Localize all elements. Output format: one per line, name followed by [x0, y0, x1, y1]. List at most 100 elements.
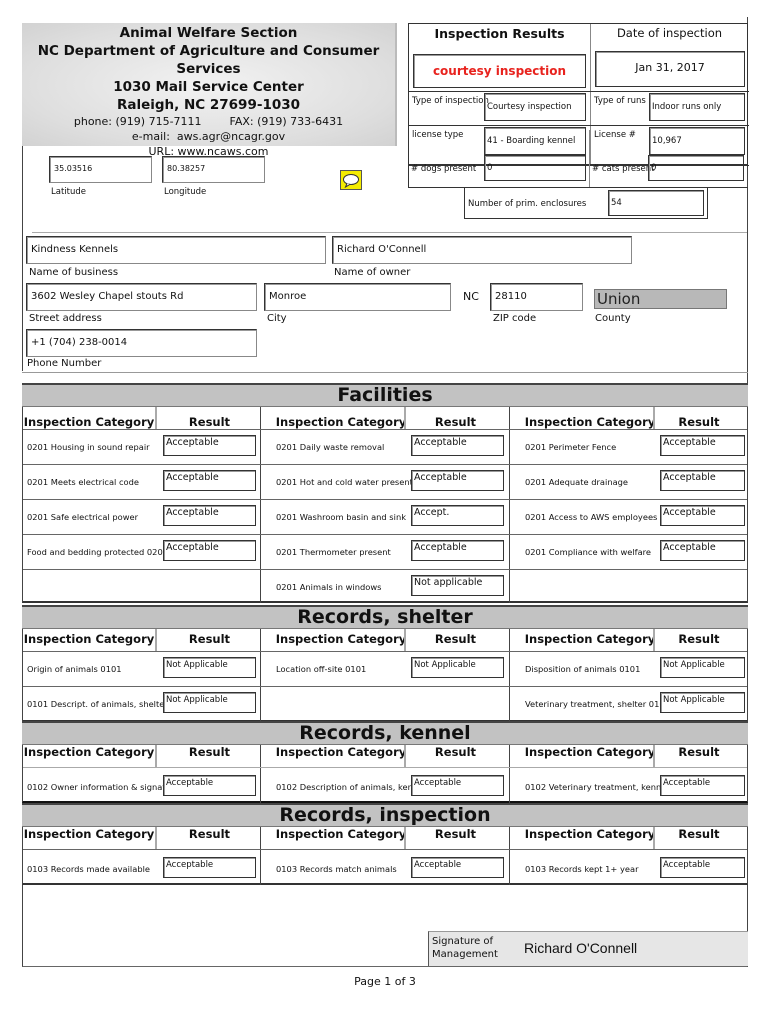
divider: [260, 629, 261, 722]
inspection-date-field[interactable]: Jan 31, 2017: [595, 51, 745, 87]
result-field[interactable]: Acceptable: [163, 505, 256, 526]
business-name-field[interactable]: Kindness Kennels: [26, 236, 326, 264]
result-field[interactable]: Acceptable: [660, 505, 745, 526]
result-field[interactable]: Acceptable: [411, 470, 504, 491]
cats-present-field[interactable]: 0: [648, 155, 744, 181]
records-kennel-section: Records, kennel Inspection Category Resu…: [22, 721, 748, 803]
department-name: NC Department of Agriculture and Consume…: [37, 43, 380, 77]
owner-name-field[interactable]: Richard O'Connell: [332, 236, 632, 264]
result-field[interactable]: Acceptable: [660, 540, 745, 561]
email: e-mail: aws.agr@ncagr.gov: [131, 130, 286, 143]
col-header-result: Result: [434, 632, 477, 646]
result-field[interactable]: Not Applicable: [163, 692, 256, 713]
col-header-result: Result: [678, 415, 720, 429]
result-field[interactable]: Not applicable: [411, 575, 504, 596]
result-field[interactable]: Acceptable: [660, 775, 745, 796]
license-type-field[interactable]: 41 - Boarding kennel: [484, 127, 586, 155]
col-header-category: Inspection Category: [275, 827, 407, 841]
divider: [408, 130, 409, 188]
col-header-category: Inspection Category: [23, 632, 155, 646]
inspection-results-title: Inspection Results: [434, 26, 565, 41]
col-header-result: Result: [678, 632, 720, 646]
inspection-category: 0103 Records kept 1+ year: [525, 864, 639, 874]
result-field[interactable]: Not Applicable: [660, 657, 745, 678]
facilities-section: Facilities Inspection Category Result In…: [22, 383, 748, 603]
county-select[interactable]: Union: [594, 289, 727, 309]
longitude-field[interactable]: 80.38257: [162, 156, 265, 183]
result-field[interactable]: Acceptable: [660, 857, 745, 878]
divider: [653, 407, 655, 429]
col-header-result: Result: [434, 415, 477, 429]
comment-icon[interactable]: [340, 170, 362, 190]
cats-present-label: # cats present: [592, 164, 655, 174]
enclosures-field[interactable]: 54: [608, 190, 704, 216]
result-field[interactable]: Acceptable: [660, 435, 745, 456]
records-kennel-title: Records, kennel: [22, 721, 748, 745]
result-field[interactable]: Acceptable: [411, 435, 504, 456]
records-inspection-table: Inspection Category Result Inspection Ca…: [22, 827, 748, 885]
divider: [155, 745, 157, 767]
type-of-inspection-field[interactable]: Courtesy inspection: [484, 93, 586, 121]
result-field[interactable]: Acceptable: [411, 540, 504, 561]
inspection-category: 0201 Perimeter Fence: [525, 442, 617, 452]
divider: [404, 629, 406, 651]
signature-field[interactable]: Richard O'Connell: [524, 940, 637, 956]
result-field[interactable]: Acceptable: [163, 470, 256, 491]
col-header-category: Inspection Category: [524, 415, 656, 429]
result-field[interactable]: Acceptable: [163, 857, 256, 878]
col-header-result: Result: [188, 745, 231, 759]
result-field[interactable]: Acceptable: [163, 775, 256, 796]
divider: [23, 686, 747, 687]
records-kennel-table: Inspection Category Result Inspection Ca…: [22, 745, 748, 803]
inspection-category: 0201 Compliance with welfare: [525, 547, 652, 557]
result-field[interactable]: Acceptable: [163, 540, 256, 561]
phone-fax: phone: (919) 715-7111 FAX: (919) 733-643…: [73, 115, 344, 128]
inspection-category: Food and bedding protected 0201: [27, 547, 169, 557]
dogs-present-field[interactable]: 0: [484, 155, 586, 181]
col-header-category: Inspection Category: [275, 632, 407, 646]
phone-field[interactable]: +1 (704) 238-0014: [26, 329, 257, 357]
inspection-category: Disposition of animals 0101: [525, 664, 641, 674]
zip-field[interactable]: 28110: [490, 283, 583, 311]
inspection-category: 0201 Meets electrical code: [27, 477, 139, 487]
divider: [23, 849, 747, 850]
license-number-field[interactable]: 10,967: [649, 127, 745, 155]
city-field[interactable]: Monroe: [264, 283, 451, 311]
col-header-category: Inspection Category: [524, 745, 656, 759]
result-field[interactable]: Acceptable: [163, 435, 256, 456]
result-field[interactable]: Acceptable: [660, 470, 745, 491]
divider: [23, 569, 747, 570]
frame-line: [22, 231, 23, 371]
license-number-label: License #: [594, 130, 636, 140]
result-field[interactable]: Acceptable: [411, 857, 504, 878]
divider: [653, 745, 655, 767]
divider: [409, 125, 749, 126]
result-field[interactable]: Not Applicable: [660, 692, 745, 713]
inspection-category: Origin of animals 0101: [27, 664, 122, 674]
inspection-category: 0103 Records made available: [27, 864, 151, 874]
divider: [23, 429, 747, 430]
divider: [404, 745, 406, 767]
col-header-result: Result: [678, 827, 720, 841]
inspection-category: 0102 Description of animals, kennel: [276, 782, 426, 792]
inspection-category: 0201 Thermometer present: [276, 547, 391, 557]
inspection-category: 0201 Safe electrical power: [27, 512, 139, 522]
inspection-result-field[interactable]: courtesy inspection: [413, 54, 586, 88]
type-of-runs-field[interactable]: Indoor runs only: [649, 93, 745, 121]
type-of-runs-label: Type of runs: [594, 96, 646, 106]
result-field[interactable]: Not Applicable: [163, 657, 256, 678]
frame-line: [22, 146, 23, 231]
col-header-category: Inspection Category: [524, 827, 656, 841]
type-of-inspection-label: Type of inspection: [412, 96, 489, 106]
inspection-category: 0101 Descript. of animals, shelter: [27, 699, 168, 709]
col-header-category: Inspection Category: [275, 745, 407, 759]
divider: [23, 499, 747, 500]
result-field[interactable]: Acceptable: [411, 775, 504, 796]
divider: [409, 91, 749, 92]
divider: [653, 629, 655, 651]
latitude-field[interactable]: 35.03516: [49, 156, 152, 183]
result-field[interactable]: Not Applicable: [411, 657, 504, 678]
result-field[interactable]: Accept.: [411, 505, 504, 526]
records-shelter-table: Inspection Category Result Inspection Ca…: [22, 629, 748, 722]
street-address-field[interactable]: 3602 Wesley Chapel stouts Rd: [26, 283, 257, 311]
